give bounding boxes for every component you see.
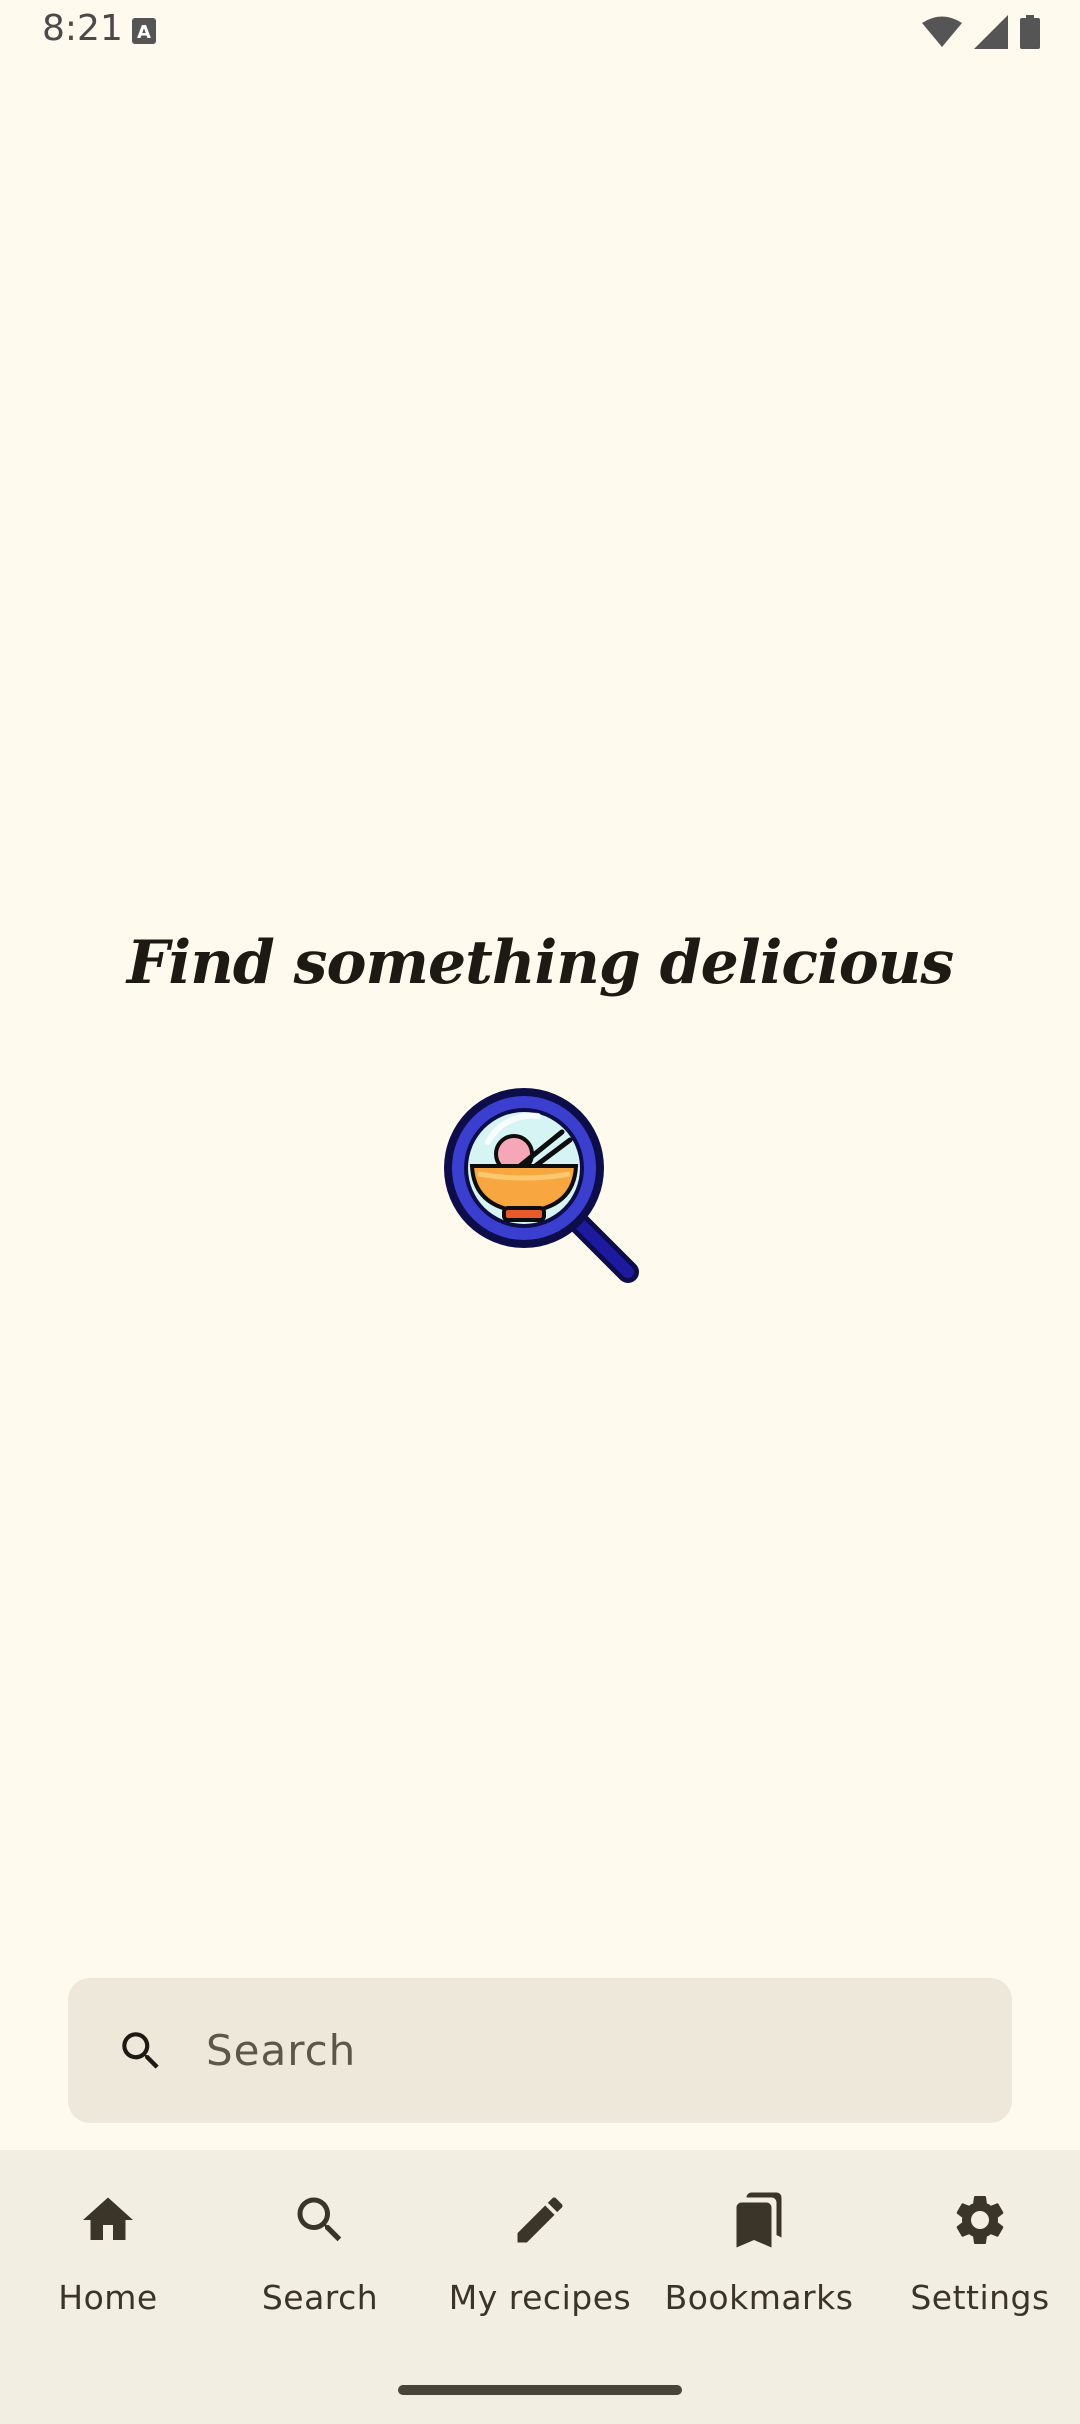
search-icon [297,2197,342,2242]
page-title: Find something delicious [126,928,954,998]
bookmarks-icon [736,2192,782,2248]
nav-label-settings: Settings [910,2278,1050,2317]
nav-label-search: Search [261,2278,379,2317]
nav-item-search[interactable]: Search [212,2150,428,2350]
wifi-icon [922,16,962,47]
gear-icon [956,2196,1004,2244]
nav-item-bookmarks[interactable]: Bookmarks [651,2150,867,2350]
bottom-navigation: Home Search My recipes Bookmarks Setting… [0,2150,1080,2424]
search-icon [122,2031,159,2069]
signal-icon [974,15,1008,49]
home-icon [83,2197,133,2240]
nav-label-home: Home [58,2278,158,2317]
nav-item-settings[interactable]: Settings [872,2150,1080,2350]
nav-item-my-recipes[interactable]: My recipes [432,2150,648,2350]
magnifier-food-bowl-illustration [444,1088,639,1283]
status-bar: 8:21 A [0,0,1080,64]
battery-icon [1020,15,1040,49]
text-notification-icon: A [132,18,156,44]
nav-item-home[interactable]: Home [0,2150,216,2350]
status-icons [922,14,1040,50]
status-time: 8:21 [42,8,123,49]
search-input[interactable]: Search [206,2026,356,2075]
search-bar[interactable]: Search [68,1978,1012,2123]
pencil-icon [517,2197,563,2243]
gesture-navigation-handle[interactable] [398,2385,682,2395]
svg-text:A: A [137,22,151,43]
nav-label-my-recipes: My recipes [448,2278,632,2317]
nav-label-bookmarks: Bookmarks [664,2278,854,2317]
